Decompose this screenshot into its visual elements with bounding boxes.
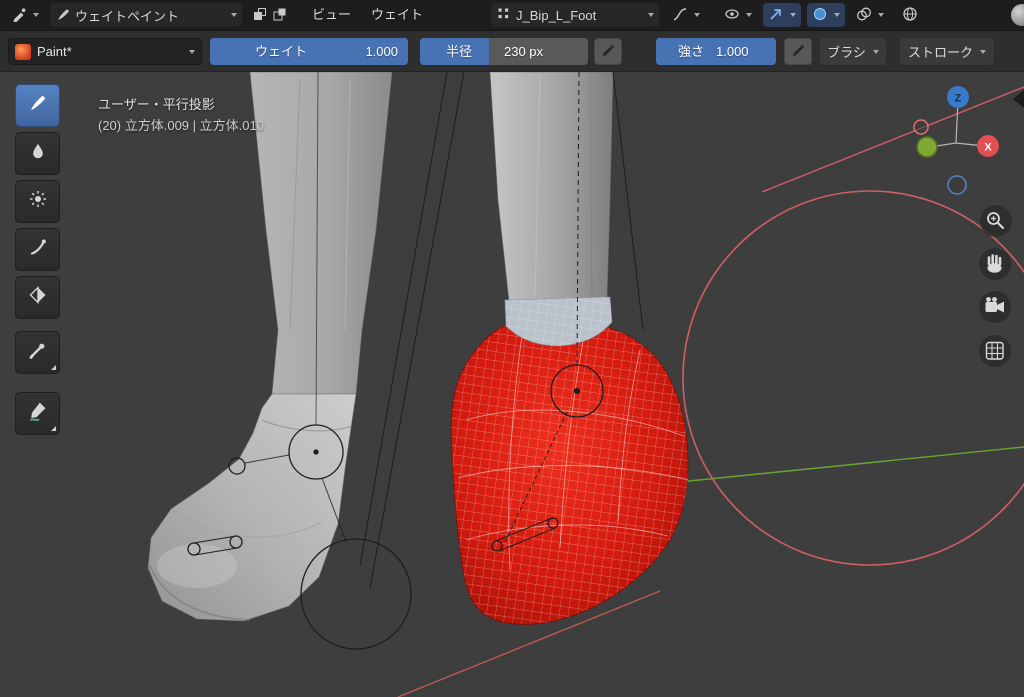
- tool-settings-bar: Paint* ウェイト 1.000 半径 230 px 強さ 1.000 ブラシ…: [0, 30, 1024, 72]
- brush-name: Paint*: [37, 44, 72, 59]
- chevron-down-icon: [189, 50, 195, 54]
- viewport-shading-button[interactable]: [897, 3, 923, 27]
- radius-value: 230 px: [504, 38, 543, 65]
- shading-sphere-partial-icon[interactable]: [1011, 4, 1024, 26]
- face-mask-toggle[interactable]: [250, 3, 270, 27]
- smear-icon: [28, 237, 48, 262]
- mode-label: ウェイトペイント: [75, 6, 179, 25]
- radius-slider[interactable]: 半径 230 px: [420, 38, 588, 65]
- snap-icon: [768, 6, 784, 25]
- camera-view-button[interactable]: [979, 291, 1011, 323]
- mode-dropdown[interactable]: ウェイトペイント: [50, 3, 242, 27]
- weight-slider[interactable]: ウェイト 1.000: [210, 38, 408, 65]
- tool-blur[interactable]: [15, 132, 60, 175]
- projection-label: ユーザー・平行投影: [98, 94, 264, 115]
- snap-button[interactable]: [763, 3, 801, 27]
- chevron-down-icon: [878, 13, 884, 17]
- view-menu[interactable]: ビュー: [302, 0, 361, 30]
- viewport-canvas[interactable]: Z X: [0, 72, 1024, 697]
- bone-selector[interactable]: J_Bip_L_Foot: [491, 3, 659, 27]
- shading-globe-icon: [902, 6, 918, 25]
- blur-droplet-icon: [28, 141, 48, 166]
- vertex-mask-toggle[interactable]: [270, 3, 290, 27]
- chevron-down-icon: [790, 13, 796, 17]
- tool-gradient[interactable]: [15, 276, 60, 319]
- strength-slider[interactable]: 強さ 1.000: [656, 38, 776, 65]
- draw-brush-icon: [28, 93, 48, 118]
- sidebar-collapse-arrow-icon[interactable]: [1013, 90, 1024, 108]
- grid-view-button[interactable]: [979, 335, 1011, 367]
- weight-paint-mode-icon: [55, 6, 71, 25]
- strength-value: 1.000: [716, 38, 749, 65]
- gradient-icon: [28, 285, 48, 310]
- brush-selector[interactable]: Paint*: [8, 38, 202, 65]
- header-bar: ウェイトペイント ビュー ウェイト J_Bip_L_Foot: [0, 0, 1024, 30]
- editor-type-icon: [11, 6, 27, 25]
- radius-label: 半径: [446, 38, 472, 65]
- overlays-button[interactable]: [851, 3, 889, 27]
- chevron-down-icon: [980, 50, 986, 54]
- chevron-down-icon: [873, 50, 879, 54]
- chevron-down-icon: [694, 13, 700, 17]
- chevron-down-icon: [231, 13, 237, 17]
- vertex-mask-icon: [272, 6, 288, 25]
- gizmo-z-label: Z: [955, 93, 962, 105]
- weight-value: 1.000: [365, 38, 398, 65]
- right-leg-mesh: [490, 72, 613, 301]
- stroke-menu-button[interactable]: ストローク: [900, 38, 994, 65]
- falloff-icon: [672, 6, 688, 25]
- tool-annotate[interactable]: [15, 392, 60, 435]
- annotate-pencil-icon: [28, 400, 48, 427]
- gizmo-axis-y-ball[interactable]: [917, 137, 937, 157]
- bone-name: J_Bip_L_Foot: [516, 8, 596, 23]
- face-mask-icon: [252, 6, 268, 25]
- strength-pressure-button[interactable]: [784, 38, 812, 65]
- overlays-icon: [856, 6, 872, 25]
- editor-type-button[interactable]: [6, 3, 44, 27]
- proportional-editing-button[interactable]: [807, 3, 845, 27]
- brush-thumbnail: [15, 44, 31, 60]
- weight-menu[interactable]: ウェイト: [361, 0, 433, 30]
- chevron-down-icon: [648, 13, 654, 17]
- tool-draw[interactable]: [15, 84, 60, 127]
- gizmo-axis-neg-z-ball[interactable]: [948, 176, 966, 194]
- pan-button[interactable]: [979, 248, 1011, 280]
- chevron-down-icon: [746, 13, 752, 17]
- eyedropper-icon: [28, 340, 48, 365]
- falloff-button[interactable]: [667, 3, 705, 27]
- zoom-button[interactable]: [980, 205, 1012, 237]
- gizmo-axis-neg-ball[interactable]: [914, 120, 928, 134]
- pen-pressure-icon: [600, 41, 616, 62]
- tool-smear[interactable]: [15, 228, 60, 271]
- tool-sample-weight[interactable]: [15, 331, 60, 374]
- gizmo-x-label: X: [984, 142, 992, 154]
- average-sun-icon: [28, 189, 48, 214]
- pen-pressure-icon: [790, 41, 806, 62]
- proportional-editing-icon: [812, 6, 828, 25]
- strength-label: 強さ: [678, 38, 704, 65]
- viewport-text-overlay: ユーザー・平行投影 (20) 立方体.009 | 立方体.010: [98, 94, 264, 136]
- tool-average[interactable]: [15, 180, 60, 223]
- weight-label: ウェイト: [255, 38, 307, 65]
- object-label: (20) 立方体.009 | 立方体.010: [98, 115, 264, 136]
- pivot-point-icon: [724, 6, 740, 25]
- browse-id-icon: [496, 6, 512, 25]
- chevron-down-icon: [33, 13, 39, 17]
- stroke-menu-label: ストローク: [908, 42, 973, 61]
- chevron-down-icon: [834, 13, 840, 17]
- brush-menu-button[interactable]: ブラシ: [820, 38, 886, 65]
- pivot-point-button[interactable]: [719, 3, 757, 27]
- radius-pressure-button[interactable]: [594, 38, 622, 65]
- brush-menu-label: ブラシ: [827, 42, 866, 61]
